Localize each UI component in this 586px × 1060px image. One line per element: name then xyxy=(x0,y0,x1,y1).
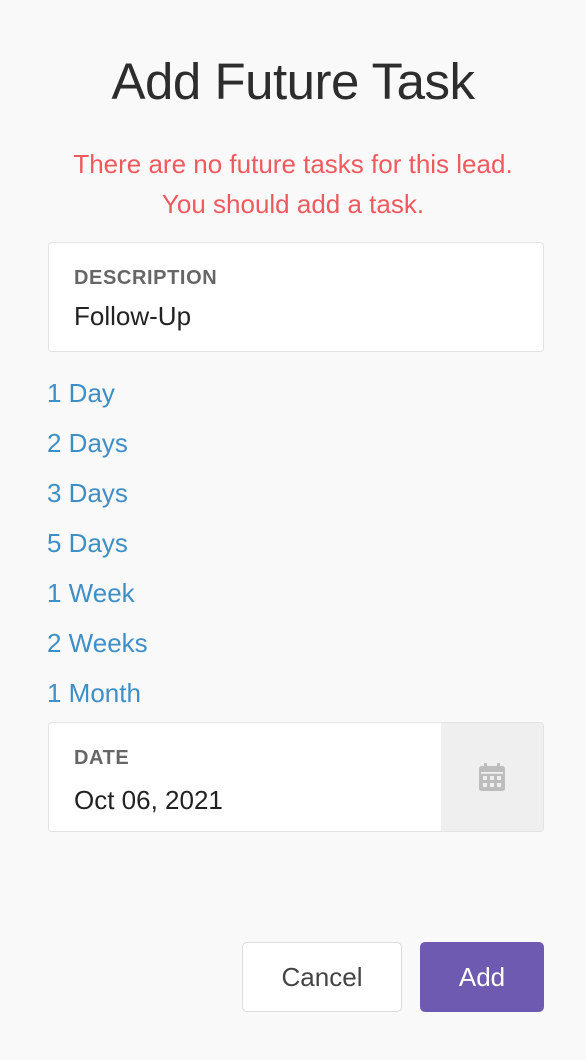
date-field[interactable]: DATE Oct 06, 2021 xyxy=(48,722,544,832)
no-tasks-warning: There are no future tasks for this lead.… xyxy=(0,144,586,224)
calendar-icon xyxy=(479,763,505,791)
add-button[interactable]: Add xyxy=(420,942,544,1012)
warning-line-1: There are no future tasks for this lead. xyxy=(73,149,513,179)
quick-option-1-week[interactable]: 1 Week xyxy=(47,570,148,620)
date-label: DATE xyxy=(74,747,130,769)
dialog-title: Add Future Task xyxy=(111,53,475,110)
quick-date-options: 1 Day 2 Days 3 Days 5 Days 1 Week 2 Week… xyxy=(47,370,148,720)
quick-option-5-days[interactable]: 5 Days xyxy=(47,520,148,570)
quick-option-3-days[interactable]: 3 Days xyxy=(47,470,148,520)
date-input[interactable]: Oct 06, 2021 xyxy=(74,785,223,816)
quick-option-2-weeks[interactable]: 2 Weeks xyxy=(47,620,148,670)
cancel-button[interactable]: Cancel xyxy=(242,942,402,1012)
warning-line-2: You should add a task. xyxy=(161,189,425,219)
description-input[interactable]: Follow-Up xyxy=(74,301,191,332)
calendar-button[interactable] xyxy=(441,723,543,831)
description-label: DESCRIPTION xyxy=(74,267,218,289)
quick-option-2-days[interactable]: 2 Days xyxy=(47,420,148,470)
description-field[interactable]: DESCRIPTION Follow-Up xyxy=(48,242,544,352)
quick-option-1-month[interactable]: 1 Month xyxy=(47,670,148,720)
quick-option-1-day[interactable]: 1 Day xyxy=(47,370,148,420)
